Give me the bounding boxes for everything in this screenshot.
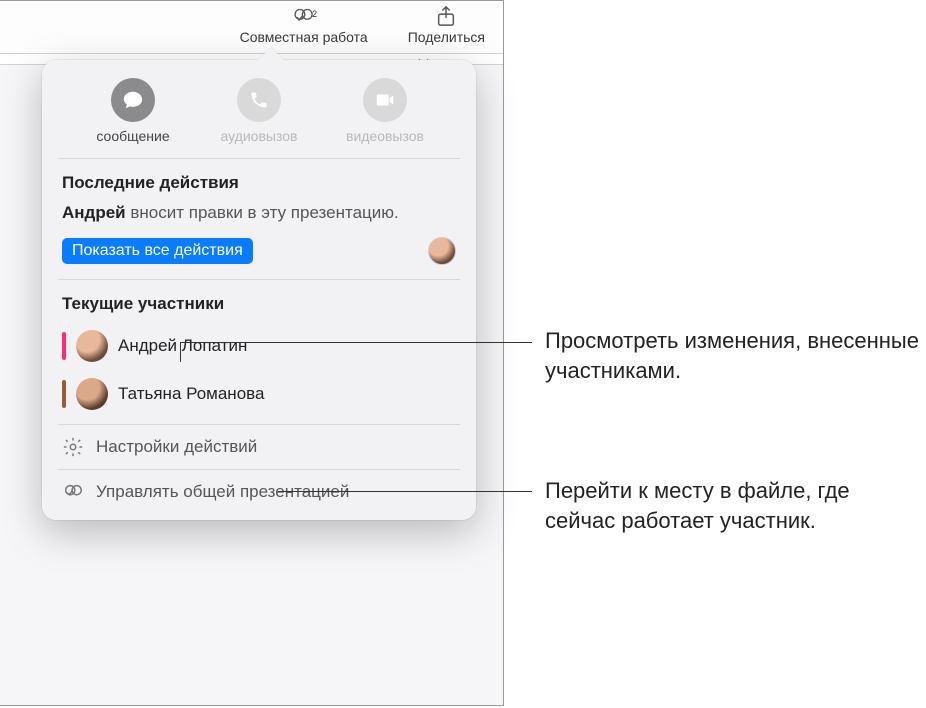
activity-settings-button[interactable]: Настройки действий	[42, 425, 476, 469]
callout-text: Перейти к месту в файле, где сейчас рабо…	[545, 476, 925, 535]
callout-connector	[180, 342, 532, 343]
avatar	[76, 378, 108, 410]
share-toolbar-button[interactable]: Поделиться	[408, 5, 485, 53]
participant-name: Андрей Лопатин	[118, 336, 247, 356]
collab-toolbar-button[interactable]: 2 Совместная работа	[240, 5, 368, 53]
message-icon	[111, 78, 155, 122]
recent-rest: вносит правки в эту презентацию.	[126, 203, 399, 222]
contact-row: сообщение аудиовызов видеовызов	[42, 74, 476, 158]
participants-title: Текущие участники	[42, 280, 476, 322]
audio-call-button: аудиовызов	[204, 78, 314, 144]
video-call-button: видеовызов	[330, 78, 440, 144]
message-label: сообщение	[96, 128, 169, 144]
participant-color-indicator	[62, 380, 66, 408]
callout-connector	[278, 491, 532, 492]
phone-icon	[237, 78, 281, 122]
avatar	[76, 330, 108, 362]
share-icon	[433, 5, 459, 27]
collab-manage-icon	[62, 481, 84, 503]
video-icon	[363, 78, 407, 122]
callout-connector	[180, 342, 181, 362]
recent-actor: Андрей	[62, 203, 126, 222]
audio-label: аудиовызов	[221, 128, 298, 144]
share-label: Поделиться	[408, 29, 485, 45]
message-button[interactable]: сообщение	[78, 78, 188, 144]
recent-activity-text: Андрей вносит правки в эту презентацию.	[42, 201, 476, 235]
gear-icon	[62, 436, 84, 458]
activity-settings-label: Настройки действий	[96, 437, 257, 457]
recent-actor-avatar	[428, 237, 456, 265]
participant-name: Татьяна Романова	[118, 384, 264, 404]
collab-label: Совместная работа	[240, 29, 368, 45]
participant-color-indicator	[62, 332, 66, 360]
recent-activity-title: Последние действия	[42, 159, 476, 201]
toolbar: 2 Совместная работа Поделиться	[0, 1, 503, 53]
collab-icon: 2	[291, 5, 317, 27]
show-all-activity-button[interactable]: Показать все действия	[62, 238, 253, 264]
collaboration-popover: сообщение аудиовызов видеовызов Последни…	[42, 60, 476, 520]
participant-item[interactable]: Андрей Лопатин	[42, 322, 476, 370]
svg-text:2: 2	[312, 9, 317, 19]
video-label: видеовызов	[346, 128, 424, 144]
callout-text: Просмотреть изменения, внесенные участни…	[545, 326, 925, 385]
participant-item[interactable]: Татьяна Романова	[42, 370, 476, 418]
